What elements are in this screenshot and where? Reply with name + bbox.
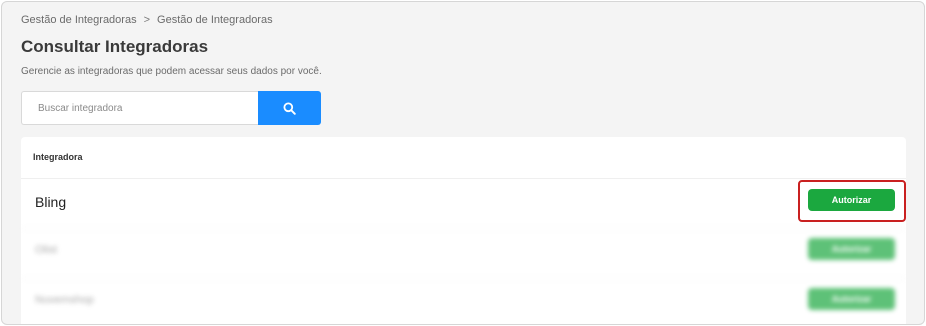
page-title: Consultar Integradoras xyxy=(21,37,209,56)
authorize-button[interactable]: Autorizar xyxy=(808,238,895,260)
search-bar xyxy=(21,91,321,125)
search-input[interactable] xyxy=(21,91,258,125)
page-subtitle: Gerencie as integradoras que podem acess… xyxy=(21,66,322,77)
breadcrumb-separator: > xyxy=(143,14,151,26)
search-icon xyxy=(283,102,296,115)
column-header-integradora: Integradora xyxy=(33,152,83,162)
search-button[interactable] xyxy=(258,91,321,125)
app-frame: Gestão de Integradoras > Gestão de Integra… xyxy=(1,1,925,325)
integrators-table: Integradora Bling Autorizar Olist Autori… xyxy=(21,137,906,324)
table-row: Nuvemshop Autorizar xyxy=(21,278,906,324)
integrator-name: Nuvemshop xyxy=(35,294,94,306)
authorize-button[interactable]: Autorizar xyxy=(808,288,895,310)
breadcrumb-item[interactable]: Gestão de Integradoras xyxy=(21,14,137,26)
table-row: Bling Autorizar xyxy=(21,178,906,229)
highlight-box xyxy=(798,180,906,222)
table-row: Olist Autorizar xyxy=(21,228,906,279)
integrator-name: Olist xyxy=(35,244,57,256)
breadcrumb: Gestão de Integradoras > Gestão de Integra… xyxy=(21,14,273,26)
breadcrumb-item[interactable]: Gestão de Integradoras xyxy=(157,14,273,26)
integrator-name: Bling xyxy=(35,194,67,210)
